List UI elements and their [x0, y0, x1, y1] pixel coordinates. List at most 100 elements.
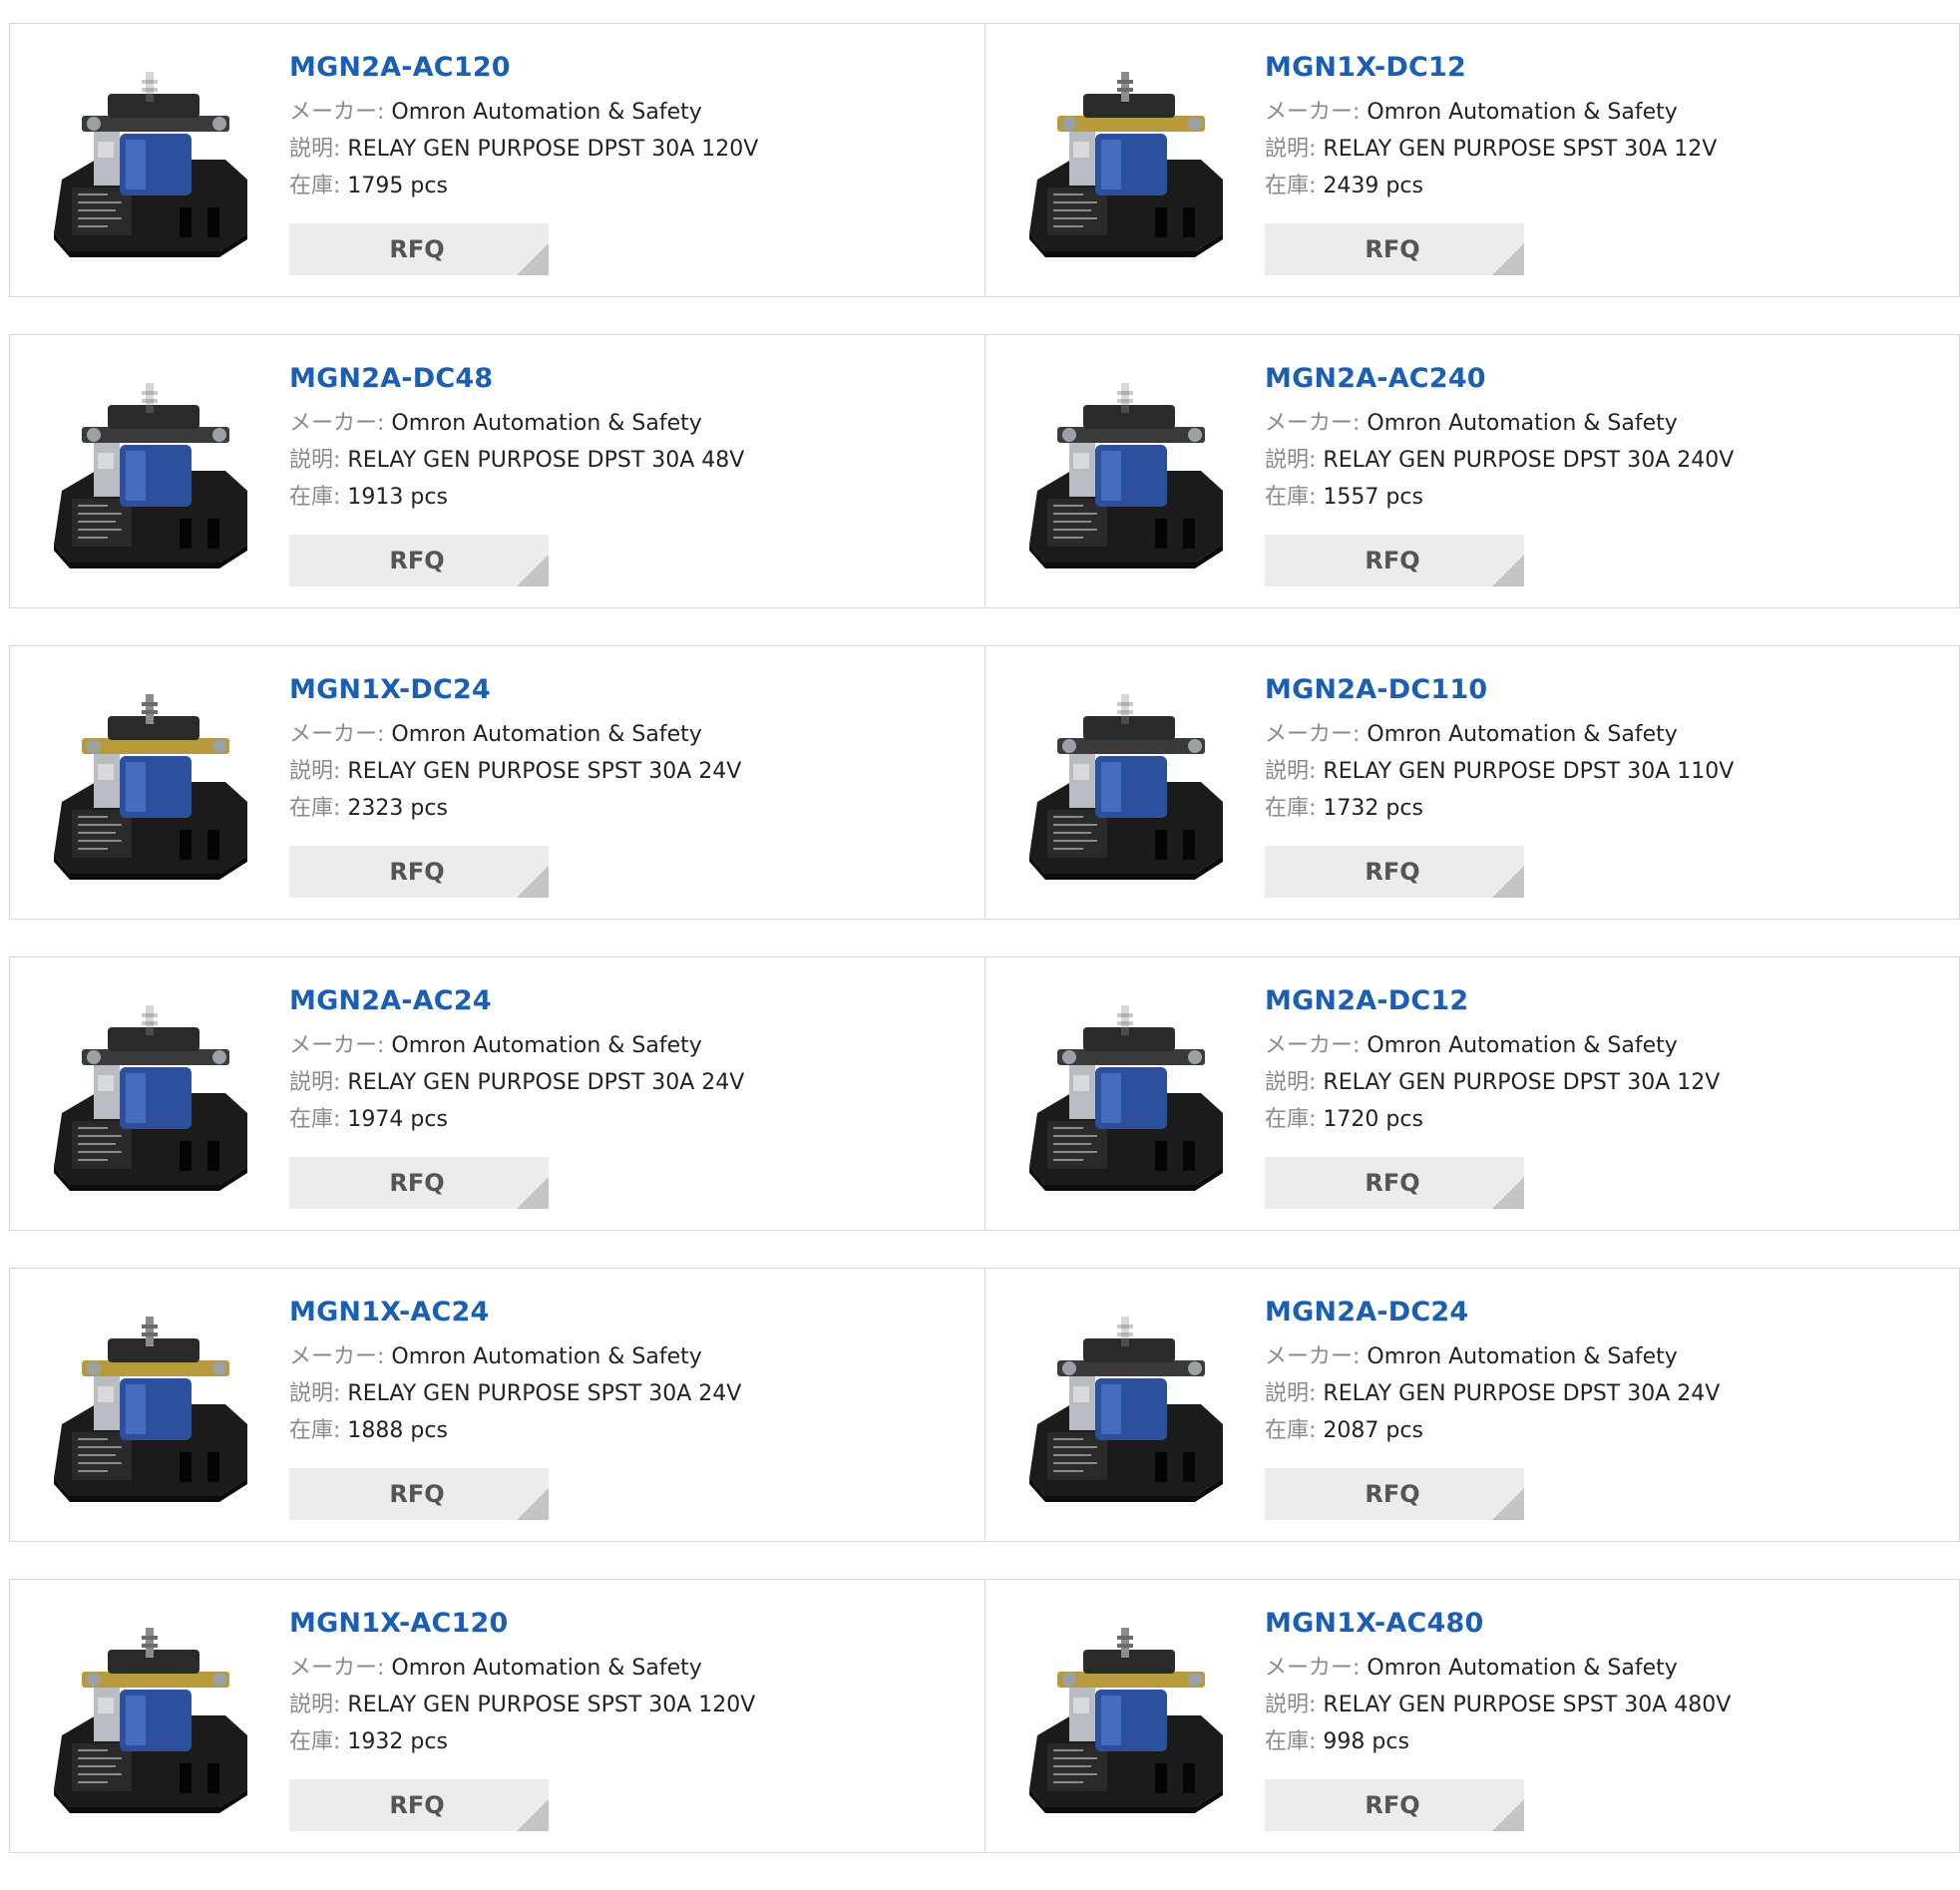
- maker-line: メーカー: Omron Automation & Safety: [1265, 94, 1717, 131]
- description-line: 説明: RELAY GEN PURPOSE DPST 30A 24V: [1265, 1375, 1720, 1412]
- product-part-number-link[interactable]: MGN2A-AC24: [289, 983, 744, 1019]
- product-part-number-link[interactable]: MGN2A-DC12: [1265, 983, 1720, 1019]
- product-card: MGN2A-AC24 メーカー: Omron Automation & Safe…: [10, 957, 984, 1230]
- stock-value: 1732 pcs: [1323, 796, 1423, 821]
- stock-line: 在庫: 1720 pcs: [1265, 1101, 1720, 1138]
- maker-value: Omron Automation & Safety: [1367, 100, 1678, 125]
- stock-line: 在庫: 1732 pcs: [1265, 790, 1734, 827]
- maker-label: メーカー:: [1265, 411, 1361, 436]
- stock-label: 在庫:: [289, 1418, 341, 1443]
- maker-line: メーカー: Omron Automation & Safety: [289, 94, 758, 131]
- product-row: MGN1X-AC24 メーカー: Omron Automation & Safe…: [9, 1268, 1960, 1542]
- rfq-button[interactable]: RFQ: [289, 223, 549, 275]
- product-info: MGN1X-AC480 メーカー: Omron Automation & Saf…: [1265, 1606, 1731, 1760]
- description-value: RELAY GEN PURPOSE SPST 30A 24V: [347, 1381, 742, 1406]
- product-part-number-link[interactable]: MGN1X-DC24: [289, 672, 741, 708]
- description-value: RELAY GEN PURPOSE SPST 30A 12V: [1323, 137, 1718, 162]
- corner-fold-icon: [517, 1488, 549, 1520]
- rfq-button[interactable]: RFQ: [1265, 1779, 1524, 1831]
- stock-line: 在庫: 2323 pcs: [289, 790, 741, 827]
- description-label: 説明:: [289, 1381, 341, 1406]
- stock-line: 在庫: 1795 pcs: [289, 168, 758, 204]
- rfq-button[interactable]: RFQ: [1265, 1468, 1524, 1520]
- relay-product-image[interactable]: [48, 1307, 257, 1506]
- product-part-number-link[interactable]: MGN2A-AC240: [1265, 361, 1734, 397]
- product-card: MGN1X-AC120 メーカー: Omron Automation & Saf…: [10, 1580, 984, 1852]
- description-value: RELAY GEN PURPOSE DPST 30A 240V: [1323, 448, 1735, 473]
- rfq-button-label: RFQ: [1365, 1480, 1420, 1508]
- product-part-number-link[interactable]: MGN2A-DC48: [289, 361, 744, 397]
- rfq-button[interactable]: RFQ: [1265, 846, 1524, 898]
- relay-product-image[interactable]: [48, 1618, 257, 1817]
- maker-value: Omron Automation & Safety: [1367, 722, 1678, 747]
- product-card: MGN1X-AC24 メーカー: Omron Automation & Safe…: [10, 1269, 984, 1541]
- stock-value: 1888 pcs: [347, 1418, 448, 1443]
- rfq-button[interactable]: RFQ: [289, 846, 549, 898]
- rfq-button-label: RFQ: [1365, 858, 1420, 886]
- description-value: RELAY GEN PURPOSE SPST 30A 480V: [1323, 1693, 1732, 1717]
- description-value: RELAY GEN PURPOSE DPST 30A 24V: [1323, 1381, 1721, 1406]
- relay-product-image[interactable]: [1023, 1307, 1233, 1506]
- corner-fold-icon: [1492, 243, 1524, 275]
- description-line: 説明: RELAY GEN PURPOSE SPST 30A 480V: [1265, 1687, 1731, 1723]
- relay-product-image[interactable]: [1023, 684, 1233, 884]
- description-line: 説明: RELAY GEN PURPOSE DPST 30A 120V: [289, 131, 758, 168]
- product-part-number-link[interactable]: MGN1X-DC12: [1265, 50, 1717, 86]
- maker-value: Omron Automation & Safety: [391, 1344, 702, 1369]
- maker-label: メーカー:: [1265, 1656, 1361, 1681]
- maker-label: メーカー:: [289, 722, 385, 747]
- description-line: 説明: RELAY GEN PURPOSE DPST 30A 24V: [289, 1064, 744, 1101]
- corner-fold-icon: [1492, 1799, 1524, 1831]
- relay-product-image[interactable]: [48, 373, 257, 572]
- rfq-button[interactable]: RFQ: [289, 1468, 549, 1520]
- rfq-button[interactable]: RFQ: [1265, 535, 1524, 586]
- product-card: MGN2A-DC110 メーカー: Omron Automation & Saf…: [984, 646, 1959, 919]
- maker-label: メーカー:: [289, 100, 385, 125]
- relay-product-image[interactable]: [48, 995, 257, 1195]
- product-card: MGN1X-DC24 メーカー: Omron Automation & Safe…: [10, 646, 984, 919]
- product-card: MGN1X-DC12 メーカー: Omron Automation & Safe…: [984, 24, 1959, 296]
- product-card: MGN2A-AC120 メーカー: Omron Automation & Saf…: [10, 24, 984, 296]
- rfq-button-label: RFQ: [389, 1480, 445, 1508]
- product-part-number-link[interactable]: MGN2A-DC24: [1265, 1295, 1720, 1330]
- description-label: 説明:: [289, 137, 341, 162]
- product-row: MGN1X-DC24 メーカー: Omron Automation & Safe…: [9, 645, 1960, 920]
- corner-fold-icon: [517, 1177, 549, 1209]
- maker-label: メーカー:: [1265, 100, 1361, 125]
- product-info: MGN2A-DC110 メーカー: Omron Automation & Saf…: [1265, 672, 1734, 827]
- rfq-button[interactable]: RFQ: [289, 1157, 549, 1209]
- stock-label: 在庫:: [289, 1107, 341, 1132]
- stock-value: 2439 pcs: [1323, 174, 1423, 198]
- stock-value: 1974 pcs: [347, 1107, 448, 1132]
- product-card: MGN1X-AC480 メーカー: Omron Automation & Saf…: [984, 1580, 1959, 1852]
- product-part-number-link[interactable]: MGN1X-AC480: [1265, 1606, 1731, 1642]
- description-label: 説明:: [289, 448, 341, 473]
- relay-product-image[interactable]: [1023, 995, 1233, 1195]
- description-line: 説明: RELAY GEN PURPOSE DPST 30A 48V: [289, 442, 744, 479]
- rfq-button[interactable]: RFQ: [289, 535, 549, 586]
- relay-product-image[interactable]: [1023, 373, 1233, 572]
- product-part-number-link[interactable]: MGN1X-AC24: [289, 1295, 741, 1330]
- description-value: RELAY GEN PURPOSE DPST 30A 48V: [347, 448, 745, 473]
- rfq-button[interactable]: RFQ: [289, 1779, 549, 1831]
- relay-product-image[interactable]: [1023, 1618, 1233, 1817]
- rfq-button[interactable]: RFQ: [1265, 1157, 1524, 1209]
- stock-line: 在庫: 1557 pcs: [1265, 479, 1734, 516]
- maker-value: Omron Automation & Safety: [1367, 411, 1678, 436]
- product-part-number-link[interactable]: MGN2A-DC110: [1265, 672, 1734, 708]
- product-part-number-link[interactable]: MGN2A-AC120: [289, 50, 758, 86]
- relay-product-image[interactable]: [48, 684, 257, 884]
- relay-product-image[interactable]: [1023, 62, 1233, 261]
- corner-fold-icon: [517, 243, 549, 275]
- rfq-button[interactable]: RFQ: [1265, 223, 1524, 275]
- stock-value: 2323 pcs: [347, 796, 448, 821]
- product-info: MGN2A-AC24 メーカー: Omron Automation & Safe…: [289, 983, 744, 1138]
- product-part-number-link[interactable]: MGN1X-AC120: [289, 1606, 755, 1642]
- stock-line: 在庫: 2087 pcs: [1265, 1412, 1720, 1449]
- maker-value: Omron Automation & Safety: [1367, 1033, 1678, 1058]
- description-value: RELAY GEN PURPOSE DPST 30A 110V: [1323, 759, 1735, 784]
- relay-product-image[interactable]: [48, 62, 257, 261]
- stock-label: 在庫:: [1265, 796, 1317, 821]
- maker-label: メーカー:: [1265, 1033, 1361, 1058]
- description-line: 説明: RELAY GEN PURPOSE SPST 30A 24V: [289, 1375, 741, 1412]
